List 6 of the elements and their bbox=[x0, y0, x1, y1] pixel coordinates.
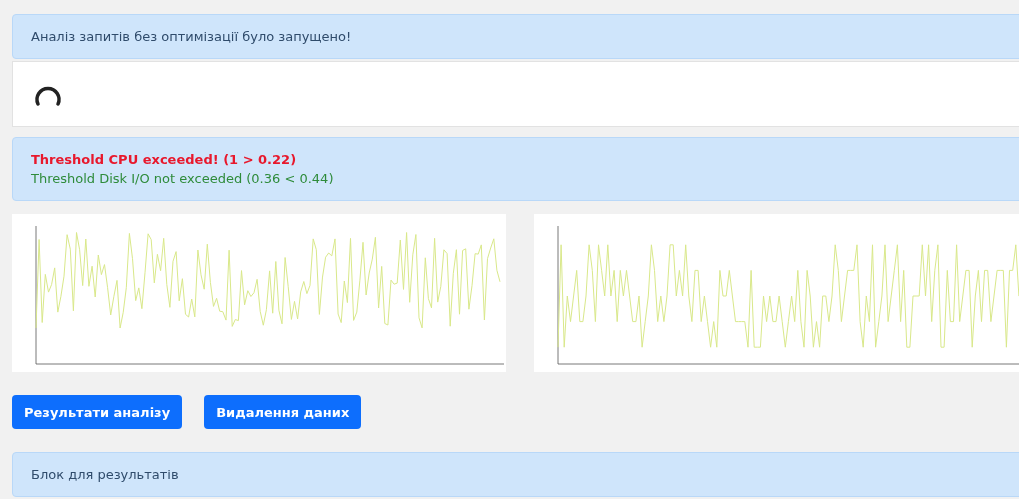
alert-message: Блок для результатів bbox=[31, 467, 179, 482]
action-button[interactable]: Видалення даних bbox=[204, 395, 362, 429]
threshold-message: Threshold Disk I/O not exceeded (0.36 < 0.44) bbox=[31, 170, 335, 188]
action-button[interactable]: Результати аналізу bbox=[12, 395, 183, 429]
threshold-message: Threshold CPU exceeded! (1 > 0.22) bbox=[31, 151, 298, 169]
alert-message: Аналіз запитів без оптимізації було запущено! bbox=[31, 29, 352, 44]
